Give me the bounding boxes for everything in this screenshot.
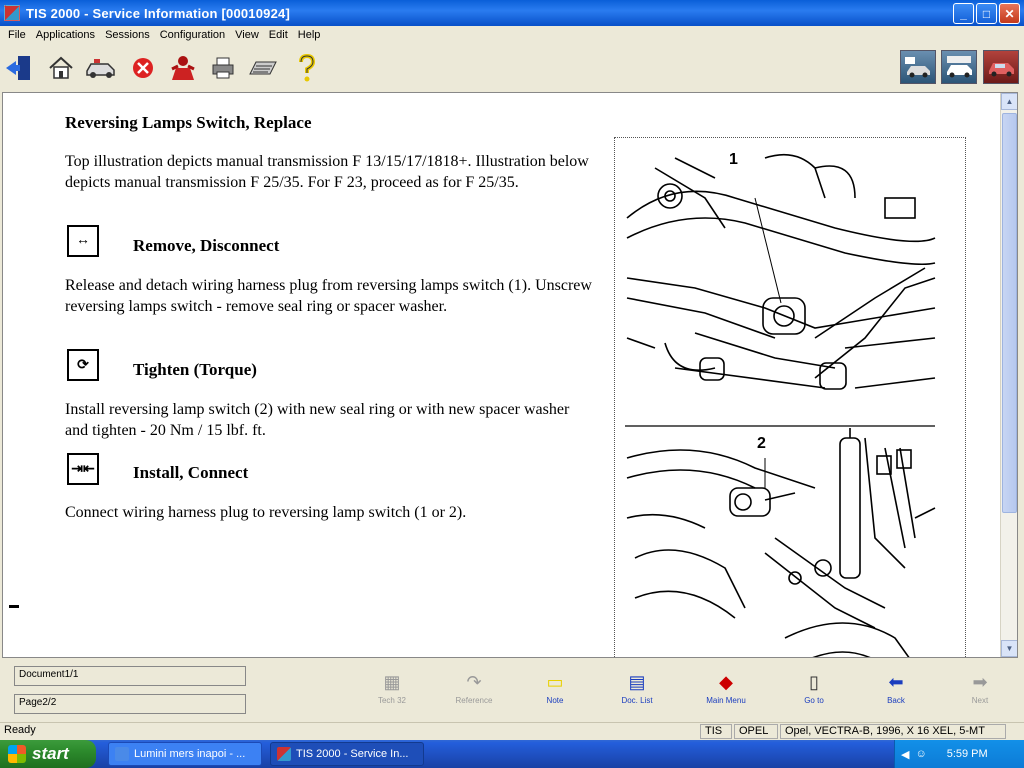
menu-view[interactable]: View — [230, 29, 264, 41]
taskbar-item-browser[interactable]: Lumini mers inapoi - ... — [108, 742, 262, 766]
section-title-install: Install, Connect — [133, 463, 249, 482]
windows-flag-icon — [8, 745, 26, 763]
reference-label: Reference — [455, 696, 493, 705]
navigation-panel: Document1/1 Page2/2 ▦ Tech 32 ↷ Referenc… — [0, 660, 1024, 722]
app-icon — [4, 5, 20, 21]
vehicle-photo-icon[interactable] — [983, 50, 1019, 84]
vehicle-icon[interactable] — [84, 52, 118, 84]
technical-illustration: 1 2 — [614, 137, 966, 657]
stop-icon[interactable] — [126, 52, 160, 84]
reference-button[interactable]: ↷ Reference — [444, 670, 504, 716]
home-icon[interactable] — [44, 52, 78, 84]
scroll-up-arrow-icon[interactable]: ▲ — [1001, 93, 1017, 110]
install-arrows-icon: ⇥⇤ — [67, 453, 99, 485]
browser-icon — [115, 747, 129, 761]
taskbar: start Lumini mers inapoi - ... TIS 2000 … — [0, 740, 1024, 768]
menu-file[interactable]: File — [3, 29, 31, 41]
start-button[interactable]: start — [0, 740, 96, 768]
maximize-button[interactable]: □ — [976, 3, 997, 24]
tray-expand-icon[interactable]: ◀ — [901, 748, 909, 761]
tech32-button[interactable]: ▦ Tech 32 — [362, 670, 422, 716]
torque-wrench-icon: ⟳ — [67, 349, 99, 381]
document-view: Reversing Lamps Switch, Replace Top illu… — [2, 92, 1018, 658]
page-counter: Page2/2 — [14, 694, 246, 714]
menu-configuration[interactable]: Configuration — [155, 29, 230, 41]
section-title-tighten: Tighten (Torque) — [133, 360, 257, 379]
status-system: TIS — [700, 724, 732, 739]
section-title-remove: Remove, Disconnect — [133, 236, 280, 255]
keyboard-icon[interactable] — [246, 52, 280, 84]
tech32-icon: ▦ — [383, 671, 401, 692]
taskbar-item-tis[interactable]: TIS 2000 - Service In... — [270, 742, 424, 766]
document-title: Reversing Lamps Switch, Replace — [65, 113, 312, 132]
main-menu-label: Main Menu — [706, 696, 746, 705]
system-tray: ◀ ☺ 5:59 PM — [894, 740, 1024, 768]
cursor-marker — [9, 605, 19, 608]
status-vehicle: Opel, VECTRA-B, 1996, X 16 XEL, 5-MT — [780, 724, 1006, 739]
goto-icon: ▯ — [809, 671, 819, 692]
back-arrow-icon: ⬅ — [888, 671, 904, 692]
menu-edit[interactable]: Edit — [264, 29, 293, 41]
vehicle-data-icon[interactable] — [900, 50, 936, 84]
status-ready: Ready — [4, 724, 36, 736]
user-icon[interactable] — [166, 52, 200, 84]
tray-app-icon[interactable]: ☺ — [915, 748, 926, 760]
goto-button[interactable]: ▯ Go to — [784, 670, 844, 716]
note-icon: ▭ — [546, 671, 564, 692]
back-button[interactable]: ⬅ Back — [866, 670, 926, 716]
menu-bar: File Applications Sessions Configuration… — [0, 26, 1024, 44]
next-arrow-icon: ➡ — [972, 671, 988, 692]
next-label: Next — [971, 696, 989, 705]
window-title: TIS 2000 - Service Information [00010924… — [26, 5, 290, 21]
menu-help[interactable]: Help — [293, 29, 326, 41]
status-brand: OPEL — [734, 724, 778, 739]
start-label: start — [32, 744, 69, 763]
exit-icon[interactable] — [2, 52, 36, 84]
section-text-install: Connect wiring harness plug to reversing… — [65, 504, 467, 521]
title-bar: TIS 2000 - Service Information [00010924… — [0, 0, 1024, 26]
back-label: Back — [887, 696, 905, 705]
intro-paragraph: Top illustration depicts manual transmis… — [65, 153, 589, 191]
note-button[interactable]: ▭ Note — [525, 670, 585, 716]
taskbar-item-label: TIS 2000 - Service In... — [296, 748, 409, 760]
close-button[interactable]: ✕ — [999, 3, 1020, 24]
tis-app-icon — [277, 747, 291, 761]
main-menu-button[interactable]: ◆ Main Menu — [696, 670, 756, 716]
main-menu-icon: ◆ — [719, 671, 733, 692]
vehicle-diagnostics-icon[interactable] — [941, 50, 977, 84]
help-icon[interactable] — [290, 52, 324, 84]
doc-list-button[interactable]: ▤ Doc. List — [607, 670, 667, 716]
scroll-thumb[interactable] — [1002, 113, 1017, 513]
taskbar-item-label: Lumini mers inapoi - ... — [134, 748, 246, 760]
menu-applications[interactable]: Applications — [31, 29, 100, 41]
print-icon[interactable] — [206, 52, 240, 84]
doc-list-label: Doc. List — [621, 696, 653, 705]
document-counter: Document1/1 — [14, 666, 246, 686]
doc-list-icon: ▤ — [628, 671, 646, 692]
note-label: Note — [546, 696, 564, 705]
scroll-down-arrow-icon[interactable]: ▼ — [1001, 640, 1017, 657]
next-button[interactable]: ➡ Next — [950, 670, 1010, 716]
minimize-button[interactable]: _ — [953, 3, 974, 24]
section-text-remove: Release and detach wiring harness plug f… — [65, 277, 592, 315]
status-bar: Ready TIS OPEL Opel, VECTRA-B, 1996, X 1… — [0, 722, 1024, 740]
section-text-tighten: Install reversing lamp switch (2) with n… — [65, 401, 570, 439]
vertical-scrollbar[interactable]: ▲ ▼ — [1000, 93, 1017, 657]
reference-icon: ↷ — [466, 671, 482, 692]
window-controls: _ □ ✕ — [953, 3, 1020, 24]
menu-sessions[interactable]: Sessions — [100, 29, 155, 41]
toolbar — [0, 46, 1024, 90]
clock: 5:59 PM — [946, 748, 988, 760]
tech32-label: Tech 32 — [377, 696, 407, 705]
figure-label-1: 1 — [729, 151, 738, 168]
figure-label-2: 2 — [757, 435, 766, 452]
goto-label: Go to — [804, 696, 824, 705]
remove-arrows-icon: ↔ — [67, 225, 99, 257]
